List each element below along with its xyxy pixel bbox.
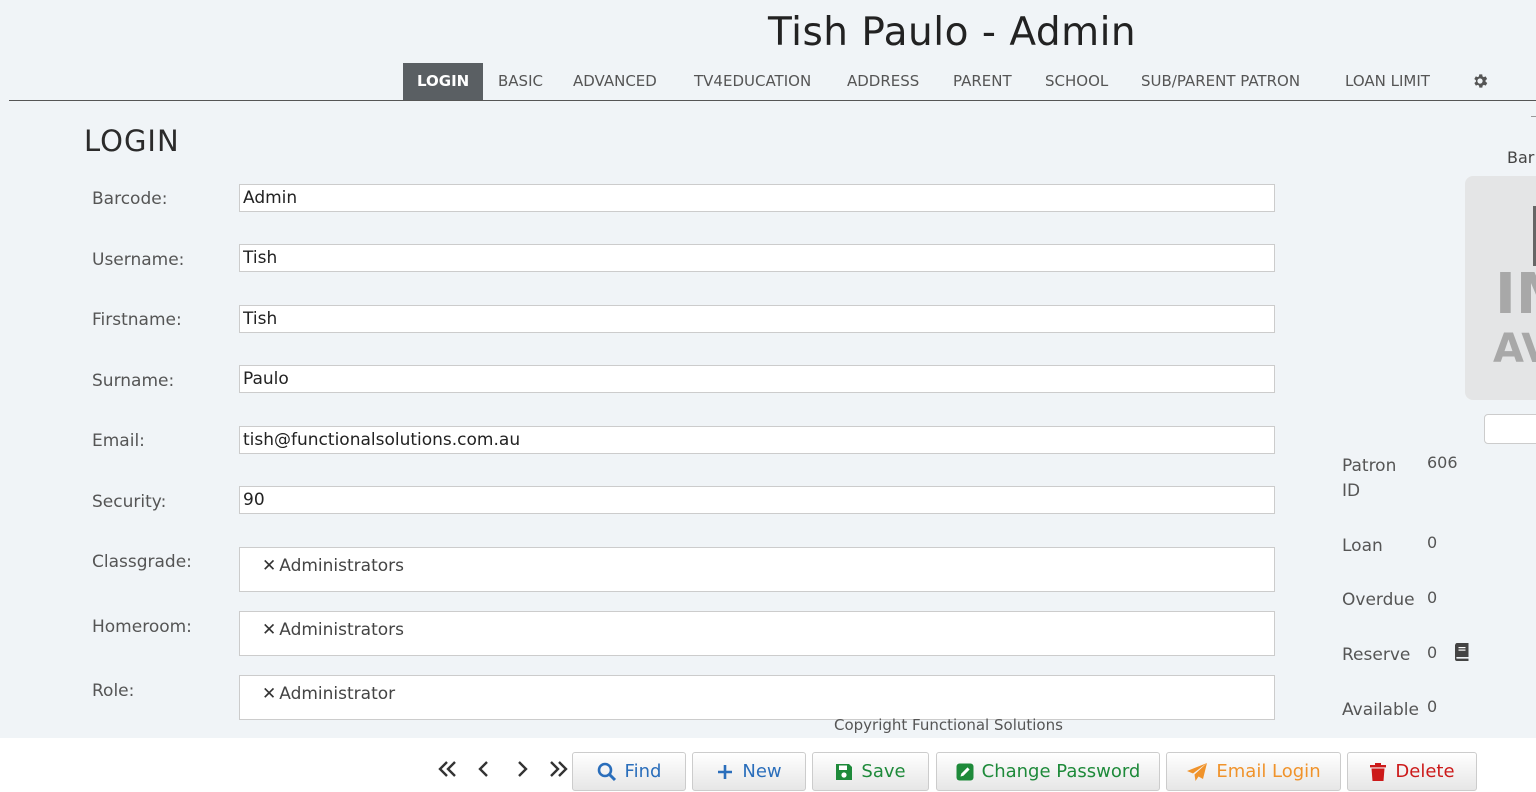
surname-label: Surname: xyxy=(92,371,175,391)
role-tag: Administrator xyxy=(279,684,396,704)
homeroom-tag: Administrators xyxy=(279,620,404,640)
new-button[interactable]: New xyxy=(692,752,806,791)
side-divider xyxy=(1531,116,1536,117)
available-label: Available xyxy=(1342,700,1419,720)
change-password-button[interactable]: Change Password xyxy=(936,752,1160,791)
surname-input[interactable] xyxy=(239,365,1275,393)
page-title: Tish Paulo - Admin xyxy=(768,10,1137,55)
tab-bar: LOGIN BASIC ADVANCED TV4EDUCATION ADDRES… xyxy=(9,63,1536,101)
remove-tag-icon[interactable]: ✕ xyxy=(262,620,276,640)
tab-sub-parent-patron[interactable]: SUB/PARENT PATRON xyxy=(1141,63,1300,100)
save-button-label: Save xyxy=(861,761,906,782)
username-input[interactable] xyxy=(239,244,1275,272)
security-label: Security: xyxy=(92,492,167,512)
patron-id-label-2: ID xyxy=(1342,481,1361,501)
homeroom-label: Homeroom: xyxy=(92,617,192,637)
tab-parent[interactable]: PARENT xyxy=(953,63,1012,100)
loan-value: 0 xyxy=(1427,533,1438,552)
firstname-label: Firstname: xyxy=(92,310,182,330)
new-button-label: New xyxy=(742,761,782,782)
tab-basic[interactable]: BASIC xyxy=(498,63,543,100)
firstname-input[interactable] xyxy=(239,305,1275,333)
delete-button-label: Delete xyxy=(1395,761,1455,782)
classgrade-select[interactable]: ✕ Administrators xyxy=(239,547,1275,592)
classgrade-tag: Administrators xyxy=(279,556,404,576)
patron-photo-placeholder: IM AV xyxy=(1465,176,1536,400)
first-record-icon[interactable] xyxy=(435,758,459,780)
barcode-label: Barcode: xyxy=(92,189,168,209)
overdue-label: Overdue xyxy=(1342,590,1415,610)
image-text-2: AV xyxy=(1493,326,1536,372)
paper-plane-icon xyxy=(1187,762,1208,781)
reserve-label: Reserve xyxy=(1342,645,1411,665)
gear-icon[interactable] xyxy=(1471,72,1489,90)
change-password-button-label: Change Password xyxy=(981,761,1141,782)
barcode-input[interactable] xyxy=(239,184,1275,212)
patron-id-label: Patron xyxy=(1342,456,1397,476)
section-title: LOGIN xyxy=(84,124,180,158)
tab-school[interactable]: SCHOOL xyxy=(1045,63,1108,100)
available-value: 0 xyxy=(1427,697,1438,716)
tab-advanced[interactable]: ADVANCED xyxy=(573,63,657,100)
username-label: Username: xyxy=(92,250,185,270)
copyright-text: Copyright Functional Solutions xyxy=(834,716,1063,734)
email-input[interactable] xyxy=(239,426,1275,454)
delete-button[interactable]: Delete xyxy=(1347,752,1477,791)
email-login-button-label: Email Login xyxy=(1216,761,1321,782)
tab-tv4education[interactable]: TV4EDUCATION xyxy=(694,63,811,100)
classgrade-label: Classgrade: xyxy=(92,552,192,572)
plus-icon xyxy=(718,764,733,779)
remove-tag-icon[interactable]: ✕ xyxy=(262,556,276,576)
loan-label: Loan xyxy=(1342,536,1383,556)
search-icon xyxy=(597,762,616,781)
tab-login[interactable]: LOGIN xyxy=(403,63,484,100)
tab-loan-limit[interactable]: LOAN LIMIT xyxy=(1345,63,1430,100)
previous-record-icon[interactable] xyxy=(472,758,496,780)
save-button[interactable]: Save xyxy=(812,752,929,791)
email-label: Email: xyxy=(92,431,145,451)
edit-icon xyxy=(956,763,974,780)
photo-upload-button[interactable] xyxy=(1484,414,1536,444)
homeroom-select[interactable]: ✕ Administrators xyxy=(239,611,1275,656)
find-button[interactable]: Find xyxy=(572,752,686,791)
security-input[interactable] xyxy=(239,486,1275,514)
reserve-value: 0 xyxy=(1427,643,1438,662)
role-label: Role: xyxy=(92,681,135,701)
patron-id-value: 606 xyxy=(1427,453,1458,472)
next-record-icon[interactable] xyxy=(510,758,534,780)
remove-tag-icon[interactable]: ✕ xyxy=(262,684,276,704)
trash-icon xyxy=(1370,762,1387,781)
book-icon[interactable] xyxy=(1453,643,1470,661)
save-icon xyxy=(836,763,853,780)
image-text-1: IM xyxy=(1495,262,1536,327)
overdue-value: 0 xyxy=(1427,588,1438,607)
role-select[interactable]: ✕ Administrator xyxy=(239,675,1275,720)
side-barcode-label: Bar xyxy=(1507,148,1535,167)
find-button-label: Find xyxy=(624,761,662,782)
tab-address[interactable]: ADDRESS xyxy=(847,63,919,100)
email-login-button[interactable]: Email Login xyxy=(1166,752,1341,791)
last-record-icon[interactable] xyxy=(547,758,571,780)
